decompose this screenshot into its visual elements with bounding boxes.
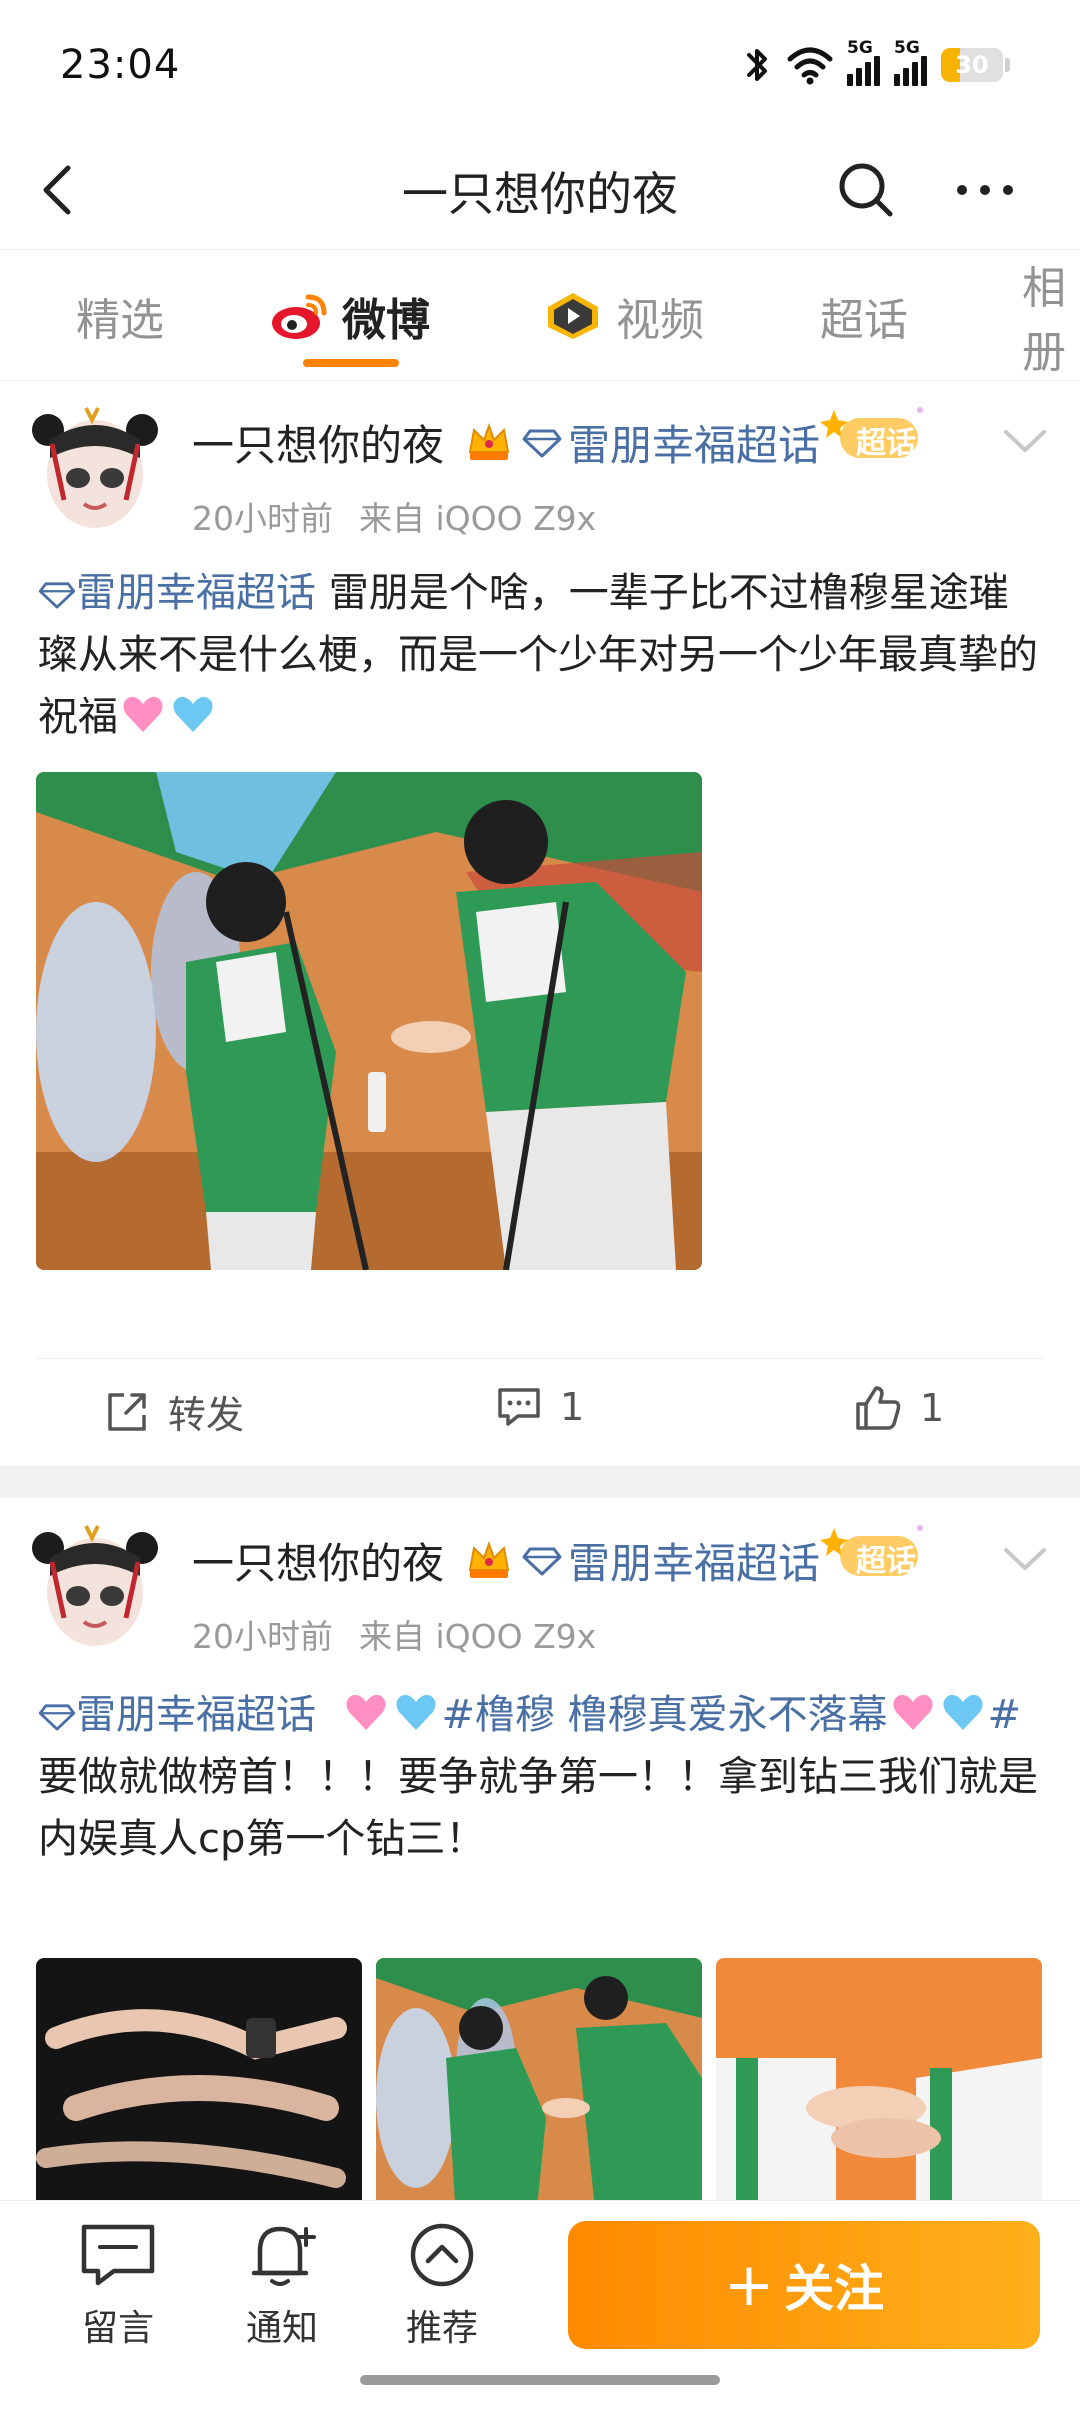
comment-button[interactable]: 1 [496, 1384, 584, 1430]
recommend-label: 推荐 [405, 2308, 478, 2349]
tab-bar: 精选 微博 视频 超话 相册 [0, 251, 1080, 381]
user-name[interactable]: 一只想你的夜 [192, 412, 444, 473]
hashtag-link[interactable]: #橹穆 橹穆真爱永不落幕 [441, 1692, 887, 1738]
post-meta: 20小时前 来自 iQOO Z9x [192, 1610, 596, 1658]
wifi-icon [787, 47, 833, 85]
post-meta: 20小时前 来自 iQOO Z9x [192, 492, 596, 540]
blue-heart-icon [396, 1694, 437, 1730]
supertopic-badge: 超话 [820, 1518, 930, 1588]
thumbs-up-icon [856, 1386, 901, 1430]
supertopic-link[interactable]: 雷朋幸福超话 [522, 1530, 820, 1591]
comment-icon [498, 1388, 540, 1426]
repost-icon [108, 1392, 146, 1431]
network-label: 5G [894, 38, 920, 58]
like-count: 1 [920, 1386, 945, 1430]
hashtag-end[interactable]: # [988, 1692, 1022, 1738]
badge-label: 超话 [856, 426, 916, 461]
status-time: 23:04 [60, 42, 181, 88]
user-name[interactable]: 一只想你的夜 [192, 1530, 444, 1591]
tab-label: 精选 [76, 295, 164, 346]
bluetooth-icon [747, 49, 767, 81]
diamond-icon [522, 429, 562, 457]
diamond-icon [522, 1547, 562, 1575]
more-icon[interactable] [950, 158, 1020, 222]
notify-button[interactable]: 通知 [222, 2221, 342, 2351]
post-time: 20小时前 [192, 499, 333, 538]
chevron-down-icon[interactable] [1000, 422, 1050, 462]
nav-bar: 一只想你的夜 [0, 130, 1080, 250]
avatar[interactable] [28, 1518, 162, 1652]
comment-tab-label: 留言 [81, 2308, 154, 2349]
supertopic-link[interactable]: 雷朋幸福超话 [522, 412, 820, 473]
tab-featured[interactable]: 精选 [76, 281, 164, 351]
status-bar: 23:04 5G 5G 30 [0, 0, 1080, 130]
avatar[interactable] [28, 400, 162, 534]
post-text: 雷朋幸福超话 #橹穆 橹穆真爱永不落幕 # 要做就做榜首！！！要争就争第一！！拿到… [38, 1684, 1048, 1870]
supertopic-inline-link[interactable]: 雷朋幸福超话 [38, 1692, 316, 1738]
supertopic-name: 雷朋幸福超话 [568, 421, 821, 470]
home-indicator[interactable] [360, 2375, 720, 2385]
signal-5g-icon: 5G [894, 38, 927, 86]
post-image[interactable] [376, 1958, 702, 2200]
comment-tab-button[interactable]: 留言 [58, 2221, 178, 2351]
page-title: 一只想你的夜 [402, 167, 678, 221]
diamond-icon [38, 1704, 76, 1731]
diamond-icon [38, 582, 76, 609]
chevron-down-icon[interactable] [1000, 1540, 1050, 1580]
pink-heart-icon [123, 696, 163, 732]
tab-label: 视频 [616, 295, 704, 346]
repost-label: 转发 [168, 1393, 245, 1437]
post-image[interactable] [36, 772, 702, 1270]
post-text: 雷朋幸福超话 雷朋是个啥，一辈子比不过橹穆星途璀璨从来不是什么梗，而是一个少年对… [38, 562, 1048, 748]
badge-label: 超话 [856, 1544, 916, 1579]
weibo-logo-icon [272, 294, 327, 339]
notify-label: 通知 [245, 2308, 318, 2349]
crown-icon [468, 423, 510, 460]
follow-button[interactable]: + 关注 [568, 2221, 1040, 2349]
post-image[interactable] [716, 1958, 1042, 2200]
video-icon [548, 293, 598, 339]
tab-weibo[interactable]: 微博 [270, 281, 430, 351]
divider [38, 1358, 1042, 1359]
recommend-button[interactable]: 推荐 [382, 2221, 502, 2351]
post-separator [0, 1466, 1080, 1498]
battery-icon: 30 [941, 48, 1010, 82]
tab-label: 微博 [342, 295, 430, 346]
network-label: 5G [847, 38, 873, 58]
blue-heart-icon [943, 1694, 983, 1730]
post-image[interactable] [36, 1958, 362, 2200]
tab-label: 相册 [1022, 263, 1066, 378]
repost-button[interactable]: 转发 [104, 1384, 244, 1439]
post-card: 一只想你的夜 雷朋幸福超话 超话 20小时前 来自 iQOO Z9x 雷朋幸福超话… [0, 382, 1080, 1466]
post-card: 一只想你的夜 雷朋幸福超话 超话 20小时前 来自 iQOO Z9x 雷朋幸福超话… [0, 1498, 1080, 2200]
supertopic-inline-link[interactable]: 雷朋幸福超话 [38, 570, 316, 616]
post-time: 20小时前 [192, 1617, 333, 1656]
follow-label: 关注 [784, 2260, 885, 2318]
post-source: 来自 iQOO Z9x [359, 499, 597, 538]
crown-icon [468, 1541, 510, 1578]
post-source: 来自 iQOO Z9x [359, 1617, 597, 1656]
chevron-up-circle-icon [410, 2223, 474, 2287]
supertopic-badge: 超话 [820, 400, 930, 470]
comment-count: 1 [560, 1385, 585, 1429]
active-tab-indicator [303, 359, 399, 367]
plus-icon: + [723, 2250, 775, 2320]
post-body: 要做就做榜首！！！要争就争第一！！拿到钻三我们就是内娱真人cp第一个钻三！ [38, 1754, 1038, 1862]
signal-5g-icon: 5G [847, 38, 880, 86]
pink-heart-icon [346, 1694, 387, 1730]
status-icons: 5G 5G 30 [743, 38, 1010, 86]
tab-album[interactable]: 相册 [1022, 263, 1080, 378]
pink-heart-icon [893, 1694, 933, 1730]
tab-video[interactable]: 视频 [544, 281, 704, 351]
supertopic-name: 雷朋幸福超话 [568, 1539, 821, 1588]
blue-heart-icon [173, 696, 213, 732]
battery-level: 30 [955, 51, 989, 79]
tab-supertopic[interactable]: 超话 [820, 281, 908, 351]
tab-label: 超话 [820, 295, 908, 346]
search-icon[interactable] [834, 158, 898, 222]
like-button[interactable]: 1 [854, 1384, 944, 1432]
bell-plus-icon [251, 2226, 316, 2286]
message-icon [81, 2224, 155, 2286]
